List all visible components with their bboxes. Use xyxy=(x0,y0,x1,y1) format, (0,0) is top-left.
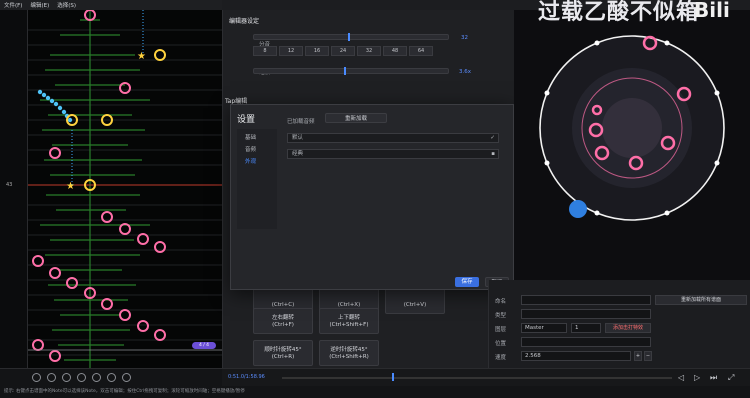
rotate-ccw-button[interactable]: 逆时针旋转45° (Ctrl+Shift+R) xyxy=(319,340,379,366)
rotate-cw-button[interactable]: 顺时针旋转45° (Ctrl+R) xyxy=(253,340,313,366)
paste-button[interactable]: (Ctrl+V) xyxy=(385,288,445,314)
timeline-track[interactable] xyxy=(282,377,672,379)
subdivision-options: 8 12 16 24 32 48 64 xyxy=(253,46,433,56)
flip-vertical-label: 上下翻转 xyxy=(337,315,360,321)
playback-bar: 0:51.0/1:58.96 ◁ ▷ ⏭ ⤢ xyxy=(222,368,750,386)
subdivision-value: 32 xyxy=(461,35,468,41)
skip-forward-icon[interactable]: ⏭ xyxy=(710,373,717,383)
style-select[interactable]: 经典 ▪ xyxy=(287,149,499,159)
subdivision-option[interactable]: 12 xyxy=(279,46,303,56)
rotate-cw-label: 顺时针旋转45° xyxy=(264,347,302,353)
break-tool-icon[interactable] xyxy=(107,373,116,382)
subdivision-option[interactable]: 32 xyxy=(357,46,381,56)
speed-field-value: 2.568 xyxy=(525,353,541,359)
position-field[interactable] xyxy=(521,337,651,347)
subdivision-option[interactable]: 64 xyxy=(409,46,433,56)
flip-horizontal-button[interactable]: 左右翻转 (Ctrl+F) xyxy=(253,308,313,334)
paste-button-shortcut: (Ctrl+V) xyxy=(403,302,427,308)
selection-badge: 4 / 4 xyxy=(192,342,216,349)
add-effect-button[interactable]: 添加击打特效 xyxy=(605,323,651,333)
type-field[interactable] xyxy=(521,309,651,319)
speed-prop-label: 速度 xyxy=(495,355,507,361)
subdivision-slider[interactable] xyxy=(253,33,449,41)
touch-tool-icon[interactable] xyxy=(92,373,101,382)
hold-tool-icon[interactable] xyxy=(47,373,56,382)
overlay-title: 过载乙酸不似箱 xyxy=(538,0,700,25)
speed-value: 3.6x xyxy=(459,69,472,75)
speed-field[interactable]: 2.568 xyxy=(521,351,631,361)
chart-editor[interactable]: ★ ★ 43 4 / 4 xyxy=(0,10,222,368)
note-tool-icon[interactable] xyxy=(32,373,41,382)
loaded-audio-text: 已加载音频 xyxy=(287,119,315,125)
decrement-button[interactable]: − xyxy=(644,351,652,361)
nav-audio[interactable]: 音频 xyxy=(245,145,277,153)
name-label: 命名 xyxy=(495,299,507,305)
playback-time: 0:51.0/1:58.96 xyxy=(228,374,265,380)
chevron-down-icon: ▪ xyxy=(491,151,495,157)
preview-panel[interactable] xyxy=(514,10,750,280)
menu-select[interactable]: 选择(S) xyxy=(57,1,76,9)
menu-edit[interactable]: 编辑(E) xyxy=(30,1,49,9)
fullscreen-icon[interactable]: ⤢ xyxy=(728,373,734,383)
svg-text:★: ★ xyxy=(137,51,146,62)
chart-toolbar xyxy=(0,368,222,386)
speed-slider[interactable] xyxy=(253,67,449,75)
reload-all-button[interactable]: 重新加载所有谱面 xyxy=(655,295,747,305)
rotate-ccw-shortcut: (Ctrl+Shift+R) xyxy=(329,354,369,360)
timing-select[interactable]: Master xyxy=(521,323,567,333)
current-beat-label: 43 xyxy=(6,182,13,188)
settings-dialog: 设置 基础 音频 外观 已加载音频 重新加载 默认✓ 经典▪ 保存 取消 xyxy=(230,104,514,290)
ex-tool-icon[interactable] xyxy=(122,373,131,382)
save-button[interactable]: 保存 xyxy=(455,277,479,287)
bilibili-logo: Bili xyxy=(694,0,730,22)
increment-button[interactable]: + xyxy=(634,351,642,361)
skin-select-value: 默认 xyxy=(292,135,304,141)
timing-index-field[interactable]: 1 xyxy=(571,323,601,333)
flip-vertical-shortcut: (Ctrl+Shift+F) xyxy=(329,322,369,328)
flip-vertical-button[interactable]: 上下翻转 (Ctrl+Shift+F) xyxy=(319,308,379,334)
rotate-cw-shortcut: (Ctrl+R) xyxy=(271,354,295,360)
audio-waveform xyxy=(40,10,150,368)
subdivision-option[interactable]: 48 xyxy=(383,46,407,56)
position-label: 位置 xyxy=(495,341,507,347)
timing-select-value: Master xyxy=(525,325,544,331)
svg-text:★: ★ xyxy=(66,181,75,192)
subdivision-option[interactable]: 24 xyxy=(331,46,355,56)
rewind-icon[interactable]: ◁ xyxy=(678,373,684,382)
name-field[interactable] xyxy=(521,295,651,305)
timing-index-value: 1 xyxy=(575,325,579,331)
blue-note xyxy=(569,200,587,218)
flip-horizontal-shortcut: (Ctrl+F) xyxy=(272,322,294,328)
timeline-cursor[interactable] xyxy=(392,373,394,381)
skin-select[interactable]: 默认 ✓ xyxy=(287,133,499,143)
flip-horizontal-label: 左右翻转 xyxy=(271,315,294,321)
star-notes[interactable]: ★★ xyxy=(66,51,146,192)
nav-basic[interactable]: 基础 xyxy=(245,133,277,141)
preview-canvas xyxy=(539,35,725,221)
dialog-title: 设置 xyxy=(237,115,256,125)
chevron-down-icon: ✓ xyxy=(490,135,495,141)
subdivision-option[interactable]: 8 xyxy=(253,46,277,56)
status-bar: 提示: 右键点击谱面中的Note可以选择该Note，双击可编辑；按住Ctrl拖拽… xyxy=(0,386,750,398)
properties-panel: 命名 重新加载所有谱面 类型 图层 Master 1 添加击打特效 位置 速度 … xyxy=(488,280,750,368)
type-label: 类型 xyxy=(495,313,507,319)
subdivision-option[interactable]: 16 xyxy=(305,46,329,56)
reload-button[interactable]: 重新加载 xyxy=(325,113,387,123)
dialog-nav: 基础 音频 外观 xyxy=(237,129,277,229)
layer-label: 图层 xyxy=(495,327,507,333)
style-select-value: 经典 xyxy=(292,151,304,157)
play-icon[interactable]: ▷ xyxy=(694,373,700,382)
chart-canvas[interactable]: ★★ xyxy=(0,10,222,368)
time-gutter xyxy=(0,10,28,368)
star-tool-icon[interactable] xyxy=(77,373,86,382)
rotate-ccw-label: 逆时针旋转45° xyxy=(330,347,368,353)
editor-settings-title: 编辑器设定 xyxy=(229,18,260,25)
menu-file[interactable]: 文件(F) xyxy=(4,1,22,9)
slide-tool-icon[interactable] xyxy=(62,373,71,382)
menu-bar: 文件(F) 编辑(E) 选择(S) xyxy=(0,0,222,10)
nav-appearance[interactable]: 外观 xyxy=(245,157,277,165)
